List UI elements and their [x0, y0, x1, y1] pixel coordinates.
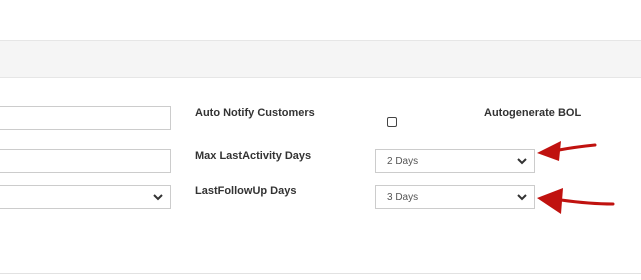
chevron-down-icon	[153, 194, 163, 201]
auto-notify-customers-checkbox[interactable]	[387, 117, 397, 127]
last-followup-days-select[interactable]: 3 Days	[375, 185, 535, 209]
left-text-field-1[interactable]	[0, 106, 171, 130]
left-select[interactable]	[0, 185, 171, 209]
last-followup-days-value: 3 Days	[387, 191, 419, 203]
chevron-down-icon	[517, 158, 527, 165]
autogenerate-bol-label: Autogenerate BOL	[484, 107, 582, 119]
max-last-activity-days-label: Max LastActivity Days	[195, 150, 312, 162]
left-text-field-2[interactable]	[0, 149, 171, 173]
red-arrow-annotation-2	[537, 188, 615, 214]
max-last-activity-days-select[interactable]: 2 Days	[375, 149, 535, 173]
auto-notify-customers-label: Auto Notify Customers	[195, 107, 315, 119]
chevron-down-icon	[517, 194, 527, 201]
max-last-activity-days-value: 2 Days	[387, 155, 419, 167]
bottom-divider	[0, 273, 641, 274]
red-arrow-annotation-1	[537, 141, 597, 161]
settings-page: Auto Notify Customers Max LastActivity D…	[0, 0, 641, 280]
section-header-band	[0, 40, 641, 78]
last-followup-days-label: LastFollowUp Days	[195, 185, 297, 197]
